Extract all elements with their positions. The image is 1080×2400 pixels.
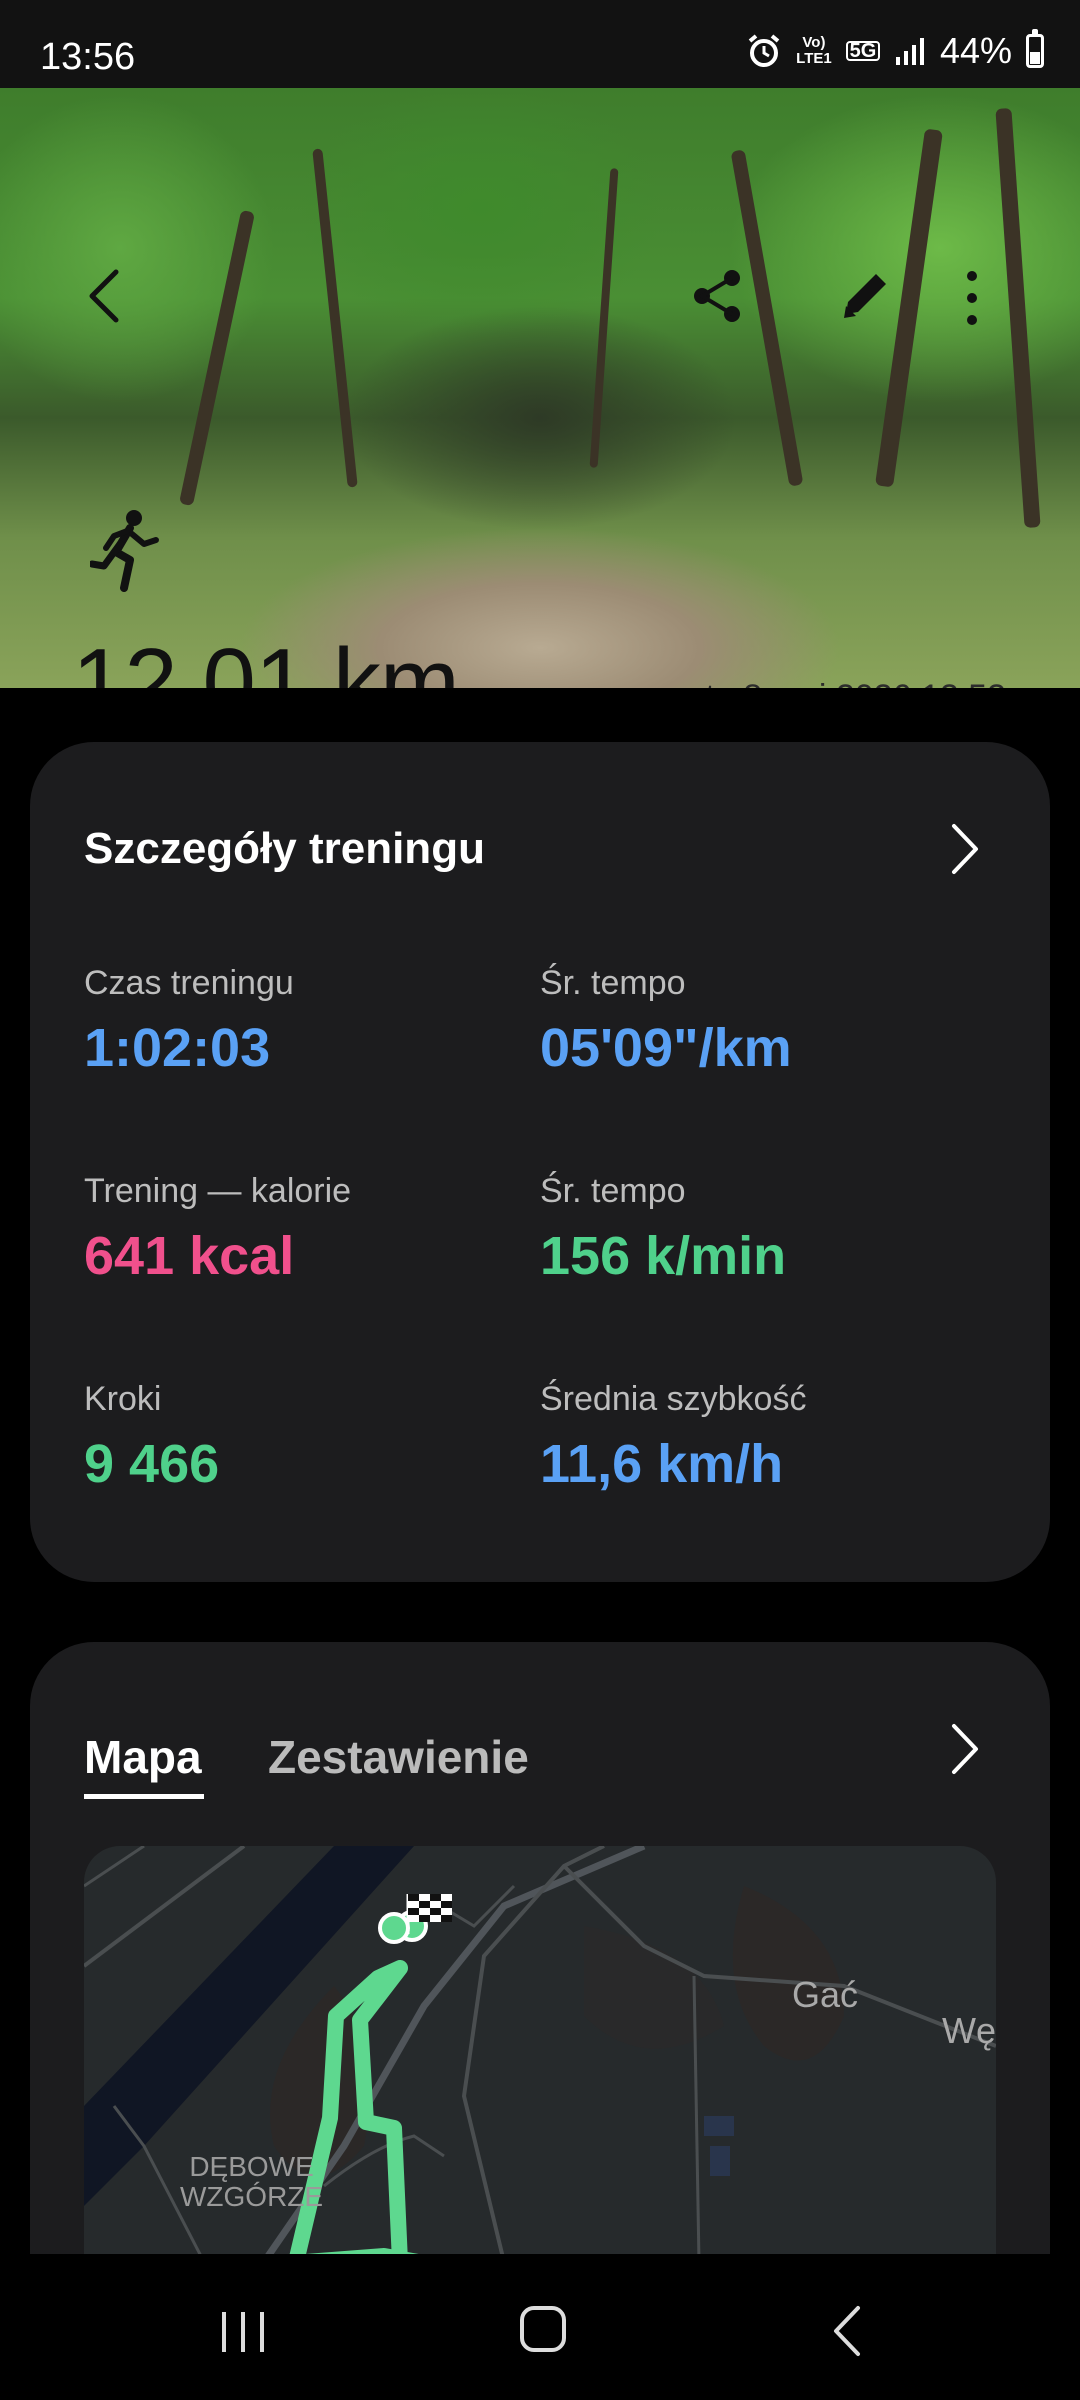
stat-calories: Trening — kalorie 641 kcal	[84, 1172, 351, 1287]
stat-avg-speed: Średnia szybkość 11,6 km/h	[540, 1380, 806, 1495]
stat-label: Śr. tempo	[540, 1172, 686, 1210]
workout-distance: 12,01 km	[72, 629, 460, 688]
stat-label: Trening — kalorie	[84, 1172, 352, 1210]
route-map[interactable]: Gać Węgr DĘBOWE WZGÓRZE	[84, 1846, 996, 2262]
nav-back-button[interactable]	[830, 2304, 864, 2358]
volte-indicator: Vo) LTE1	[796, 34, 832, 67]
tab-underline	[84, 1794, 204, 1799]
map-label-district-line2: WZGÓRZE	[180, 2181, 324, 2212]
stat-label: Czas treningu	[84, 964, 294, 1002]
stat-value: 1:02:03	[84, 1018, 271, 1078]
network-indicator: 5G	[845, 41, 880, 61]
stat-value: 156 k/min	[540, 1226, 787, 1286]
battery-icon	[1026, 29, 1044, 68]
stat-avg-pace: Śr. tempo 05'09"/km	[540, 964, 792, 1079]
map-label-town: Gać	[792, 1974, 859, 2015]
map-label-town-partial: Węgr	[942, 2010, 996, 2051]
workout-details-card[interactable]: Szczegóły treningu Czas treningu 1:02:03…	[30, 742, 1050, 1582]
back-button[interactable]	[84, 266, 124, 326]
edit-button[interactable]	[838, 268, 892, 322]
tab-map[interactable]: Mapa	[84, 1730, 202, 1784]
stat-cadence: Śr. tempo 156 k/min	[540, 1172, 786, 1287]
alarm-icon	[748, 34, 780, 67]
stat-value: 05'09"/km	[540, 1018, 792, 1078]
map-label-district: DĘBOWE WZGÓRZE	[180, 2152, 323, 2212]
home-button[interactable]	[518, 2304, 568, 2354]
map-card: Mapa Zestawienie Gać Wę DĘBOWE WZGÓRZE	[30, 1642, 1050, 2262]
share-button[interactable]	[690, 268, 744, 324]
stat-label: Śr. tempo	[540, 964, 686, 1002]
recents-button[interactable]	[220, 2310, 266, 2354]
chevron-right-icon[interactable]	[950, 822, 980, 876]
stat-label: Średnia szybkość	[540, 1380, 807, 1418]
navigation-bar	[0, 2254, 1080, 2400]
battery-percent: 44%	[939, 30, 1012, 71]
tab-summary[interactable]: Zestawienie	[268, 1730, 529, 1784]
map-label-district-line1: DĘBOWE	[189, 2151, 314, 2182]
card-title: Szczegóły treningu	[84, 824, 485, 873]
workout-date: pt., 8 maj 2026 12:53	[687, 678, 1006, 688]
signal-icon	[895, 38, 924, 65]
stat-value: 641 kcal	[84, 1226, 295, 1286]
finish-flag-icon	[406, 1894, 452, 1934]
workout-cover-image: 12,01 km pt., 8 maj 2026 12:53	[0, 88, 1080, 688]
stat-value: 11,6 km/h	[540, 1434, 784, 1494]
running-icon	[90, 510, 159, 592]
stat-steps: Kroki 9 466	[84, 1380, 219, 1495]
status-bar: 13:56 Vo) LTE1 5G 44%	[0, 0, 1080, 88]
stat-label: Kroki	[84, 1380, 162, 1418]
chevron-right-icon[interactable]	[950, 1722, 980, 1776]
more-options-button[interactable]	[958, 268, 986, 328]
status-time: 13:56	[40, 36, 136, 78]
stat-value: 9 466	[84, 1434, 220, 1494]
stat-workout-time: Czas treningu 1:02:03	[84, 964, 294, 1079]
status-icons: Vo) LTE1 5G 44%	[746, 29, 1044, 72]
